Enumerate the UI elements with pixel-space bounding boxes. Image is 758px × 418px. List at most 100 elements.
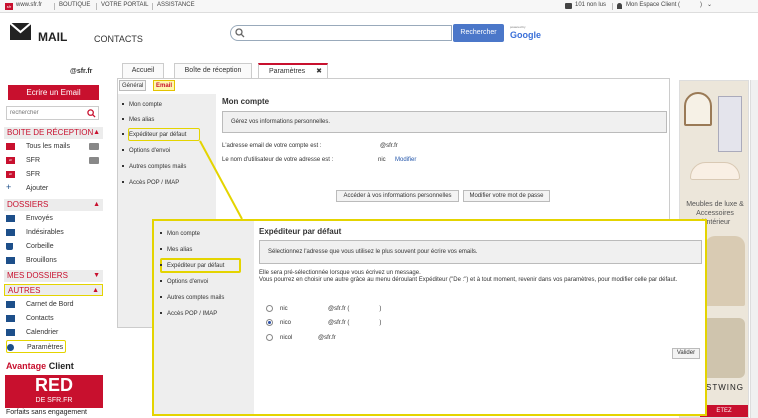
personal-info-button[interactable]: Accéder à vos informations personnelles (336, 190, 459, 202)
radio-nic[interactable] (266, 305, 273, 312)
tab-inbox[interactable]: Boîte de réception (174, 63, 252, 78)
sidebar-item-label: Carnet de Bord (26, 301, 74, 308)
compose-button[interactable]: Ecrire un Email (8, 85, 99, 100)
nav-mon-compte[interactable]: Mon compte (122, 102, 162, 108)
zoom-nav-autres-comptes[interactable]: Autres comptes mails (160, 295, 224, 301)
nav-autres-comptes[interactable]: Autres comptes mails (122, 164, 186, 170)
option-name: nico (280, 320, 292, 326)
sfr-icon: sfr (6, 157, 15, 164)
sidebar-item-label: Ajouter (26, 185, 49, 192)
sidebar-item-calendar[interactable]: Calendrier (6, 326, 101, 339)
envelope-icon (565, 3, 572, 9)
sfr-icon: sfr (6, 171, 15, 178)
validate-button[interactable]: Valider (672, 348, 700, 359)
powered-by-label: powered by (510, 25, 526, 29)
advantage-title: Avantage Client (6, 361, 74, 371)
section-folders[interactable]: DOSSIERS ▲ (4, 199, 103, 211)
sidebar-item-logbook[interactable]: Carnet de Bord (6, 298, 101, 311)
modify-link[interactable]: Modifier (395, 157, 416, 163)
bullet (160, 264, 162, 267)
nav-expediteur[interactable]: Expéditeur par défaut (122, 132, 186, 138)
bullet (160, 296, 162, 299)
search-button[interactable]: Rechercher (453, 24, 504, 42)
unread-count[interactable]: 101 non lus (575, 2, 606, 8)
sidebar-item-drafts[interactable]: Brouillons (6, 254, 101, 267)
close-icon[interactable]: ✖ (316, 65, 322, 79)
contacts-link[interactable]: CONTACTS (94, 34, 143, 44)
boutique-link[interactable]: BOUTIQUE (59, 2, 90, 8)
sfr-logo-icon: sfr (5, 3, 13, 10)
sidebar-item-sfr-2[interactable]: sfr SFR (6, 168, 101, 181)
sidebar-item-all-mails[interactable]: Tous les mails (6, 140, 101, 153)
red-banner[interactable]: RED DE SFR.FR (5, 375, 103, 408)
portail-link[interactable]: VOTRE PORTAIL (101, 2, 148, 8)
zoom-nav-mes-alias[interactable]: Mes alias (160, 247, 192, 253)
section-others[interactable]: AUTRES ▲ (4, 284, 103, 296)
zoom-nav-mon-compte[interactable]: Mon compte (160, 231, 200, 237)
zoom-desc-line-2: Vous pourrez en choisir une autre grâce … (259, 277, 678, 283)
tab-accueil[interactable]: Accueil (122, 63, 164, 78)
calendar-icon (6, 329, 15, 336)
section-inbox[interactable]: BOITE DE RÉCEPTION ▲ (4, 127, 103, 139)
nav-mes-alias[interactable]: Mes alias (122, 117, 154, 123)
zoom-nav-pop-imap[interactable]: Accès POP / IMAP (160, 311, 217, 317)
option-name: nic (280, 306, 288, 312)
red-subtitle: DE SFR.FR (35, 397, 73, 404)
change-password-button[interactable]: Modifier votre mot de passe (463, 190, 550, 202)
sidebar-item-label: Brouillons (26, 257, 57, 264)
address-value: @sfr.fr (380, 143, 398, 149)
option-name: nicol (280, 335, 293, 341)
divider (54, 3, 55, 10)
section-title: Mon compte (222, 97, 270, 106)
bullet (122, 149, 124, 152)
username-label: Le nom d'utilisateur de votre adresse es… (222, 157, 334, 163)
nav-options-envoi[interactable]: Options d'envoi (122, 148, 170, 154)
sidebar-item-spam[interactable]: Indésirables (6, 226, 101, 239)
zoom-nav-expediteur[interactable]: Expéditeur par défaut (160, 263, 224, 269)
section-others-label: AUTRES (8, 286, 41, 295)
espace-client-end: ) (700, 2, 702, 8)
ad-cta-button[interactable]: ETEZ (700, 405, 748, 417)
mail-title[interactable]: MAIL (38, 30, 67, 44)
sidebar-item-contacts[interactable]: Contacts (6, 312, 101, 325)
sidebar-search-input[interactable] (7, 107, 85, 119)
bullet (160, 280, 162, 283)
sidebar-item-sent[interactable]: Envoyés (6, 212, 101, 225)
radio-nicol[interactable] (266, 334, 273, 341)
sidebar-item-label: SFR (26, 171, 40, 178)
divider (96, 3, 97, 10)
nav-label: Mon compte (129, 102, 163, 108)
zoom-nav-options-envoi[interactable]: Options d'envoi (160, 279, 208, 285)
search-input[interactable] (230, 25, 452, 41)
chevron-up-icon[interactable]: ▲ (93, 127, 100, 139)
sidebar-item-add[interactable]: + Ajouter (6, 182, 101, 195)
nav-label: Options d'envoi (167, 279, 209, 285)
espace-client-link[interactable]: Mon Espace Client ( (626, 2, 680, 8)
chevron-up-icon[interactable]: ▲ (93, 199, 100, 211)
sidebar-item-settings[interactable]: Paramètres (6, 340, 66, 353)
bullet (122, 118, 124, 121)
subtab-general[interactable]: Général (119, 80, 147, 91)
spam-icon (6, 229, 15, 236)
subtab-email[interactable]: Email (153, 80, 176, 91)
sidebar-item-label: Tous les mails (26, 143, 70, 150)
tab-parametres-label: Paramètres (269, 68, 306, 75)
vertical-scrollbar[interactable] (750, 80, 758, 418)
search-icon[interactable] (87, 109, 96, 118)
sidebar-item-trash[interactable]: Corbeille (6, 240, 101, 253)
chevron-down-icon[interactable]: ⌄ (707, 1, 712, 8)
chevron-down-icon[interactable]: ▼ (93, 270, 100, 282)
divider (152, 3, 153, 10)
site-link[interactable]: www.sfr.fr (16, 2, 42, 8)
tab-parametres[interactable]: Paramètres ✖ (258, 63, 328, 78)
chevron-up-icon[interactable]: ▲ (92, 285, 99, 297)
sidebar-item-sfr[interactable]: sfr SFR (6, 154, 101, 167)
section-my-folders[interactable]: MES DOSSIERS ▼ (4, 270, 103, 282)
forfait-text: Forfaits sans engagement (6, 409, 87, 416)
nav-pop-imap[interactable]: Accès POP / IMAP (122, 180, 179, 186)
clock-image (684, 92, 712, 126)
radio-nico[interactable] (266, 319, 273, 326)
option-address: @sfr.fr ( ) (328, 320, 382, 326)
nav-label: Mon compte (167, 231, 201, 237)
assistance-link[interactable]: ASSISTANCE (157, 2, 195, 8)
